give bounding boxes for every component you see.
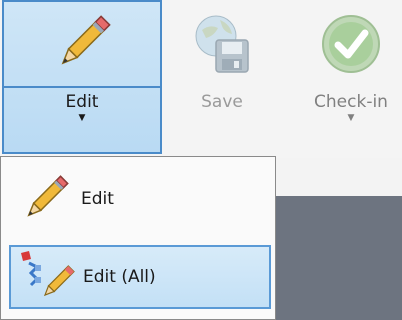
edit-button-icon-area[interactable] (4, 2, 160, 88)
save-globe-icon (195, 15, 249, 73)
edit-all-icon (21, 251, 75, 297)
checkin-button-label: Check-in (314, 92, 388, 112)
save-button-label: Save (201, 92, 243, 112)
pencil-icon (27, 175, 69, 217)
dropdown-arrow-icon: ▼ (347, 113, 355, 123)
save-button[interactable]: Save (172, 0, 272, 154)
checkmark-icon (322, 15, 380, 73)
edit-dropdown-menu: Edit Edit (All) (0, 156, 276, 320)
dropdown-arrow-icon: ▼ (78, 113, 86, 123)
menu-item-edit-all[interactable]: Edit (All) (9, 245, 271, 309)
menu-item-label: Edit (81, 189, 114, 209)
edit-button-label: Edit (65, 92, 99, 112)
menu-item-edit[interactable]: Edit (9, 167, 271, 231)
edit-split-button[interactable]: Edit ▼ (2, 0, 162, 154)
pencil-icon (61, 15, 111, 65)
checkin-button[interactable]: Check-in ▼ (300, 0, 402, 154)
menu-item-label: Edit (All) (83, 267, 156, 287)
